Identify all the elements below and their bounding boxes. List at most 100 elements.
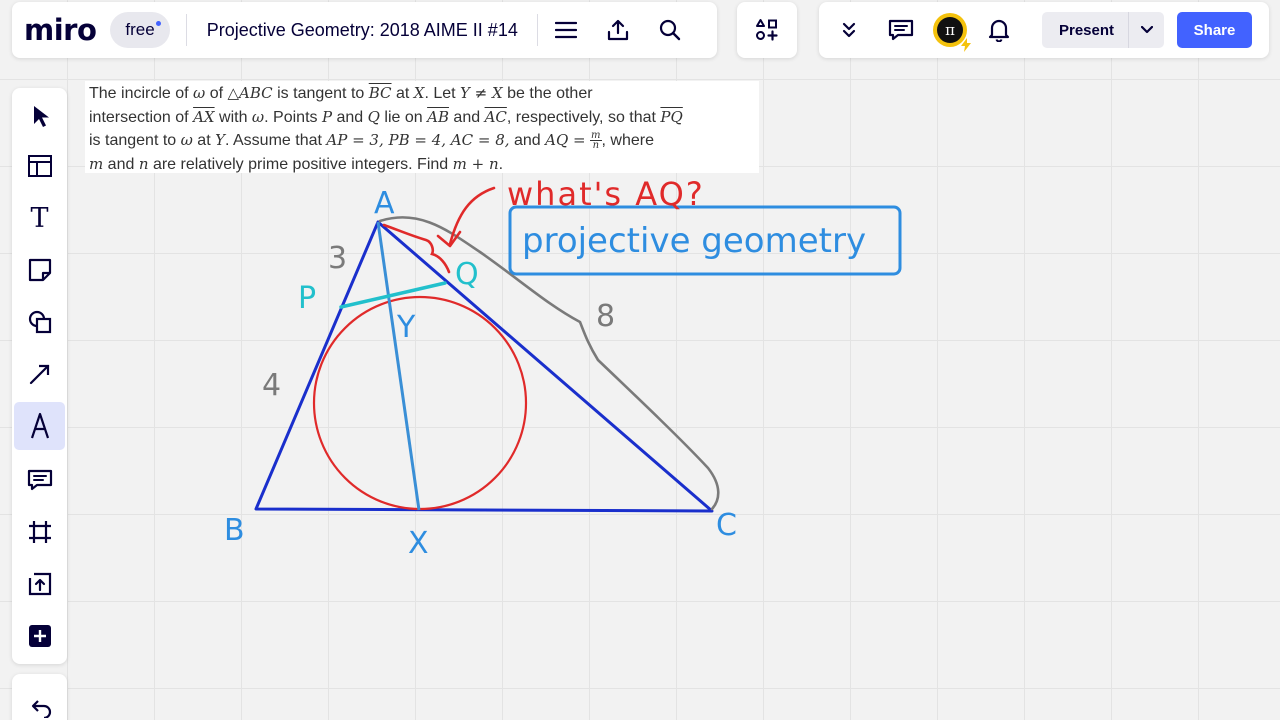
problem-statement[interactable]: The incircle of ω of △ABC is tangent to … — [85, 81, 759, 173]
text: and — [448, 108, 485, 126]
cursor-arrow-icon — [33, 106, 49, 127]
connector-tool[interactable] — [14, 350, 65, 398]
text: is tangent to — [272, 85, 369, 102]
board-title[interactable]: Projective Geometry: 2018 AIME II #14 — [207, 20, 518, 41]
text: and — [332, 108, 368, 126]
frame-tool[interactable] — [14, 508, 65, 556]
plan-badge[interactable]: free — [110, 12, 170, 48]
text: intersection of — [89, 108, 194, 126]
text: is tangent to — [89, 132, 181, 149]
arrow-head — [436, 230, 462, 248]
problem-line-2: intersection of AX with ω. Points P and … — [89, 106, 755, 130]
undo-button[interactable] — [14, 684, 65, 720]
math: AP = 3, PB = 4, AC = 8, — [326, 131, 510, 149]
text-tool[interactable]: T — [14, 194, 65, 242]
label-c: C — [716, 508, 737, 543]
layout-template-icon — [27, 155, 52, 177]
more-apps-tool[interactable] — [14, 612, 65, 660]
math: m + n — [452, 154, 499, 173]
upload-tool[interactable] — [14, 560, 65, 608]
math: P — [321, 107, 333, 126]
math: AX — [193, 107, 215, 126]
present-button[interactable]: Present — [1042, 12, 1128, 48]
comment-icon[interactable] — [881, 10, 921, 50]
hamburger-menu-icon[interactable] — [546, 10, 586, 50]
math: ω — [251, 107, 265, 126]
text: and — [103, 155, 139, 173]
label-a: A — [374, 186, 395, 221]
math: ω — [180, 131, 193, 149]
notification-dot — [155, 21, 161, 26]
label-y: Y — [396, 310, 416, 345]
chevron-down-icon[interactable] — [1128, 12, 1164, 48]
user-avatar[interactable]: π — [933, 13, 971, 52]
text-T-icon: T — [30, 202, 49, 234]
plan-badge-label: free — [125, 20, 155, 39]
math: Q — [367, 107, 380, 126]
miro-logo[interactable]: miro — [24, 13, 97, 47]
sticky-note-tool[interactable] — [14, 246, 65, 294]
text: lie on — [379, 108, 428, 126]
cevian-ax[interactable] — [376, 221, 421, 511]
divider — [536, 14, 538, 46]
tangent-pq[interactable] — [339, 281, 447, 309]
text: . Assume that — [225, 132, 327, 149]
divider — [185, 14, 187, 46]
search-icon[interactable] — [650, 10, 690, 50]
templates-tool[interactable] — [14, 142, 65, 190]
fraction-m-over-n: mn — [590, 131, 602, 151]
math: Y — [215, 131, 225, 149]
math: n — [138, 154, 149, 173]
pen-tool[interactable] — [14, 402, 65, 450]
arrow-to-aq[interactable] — [448, 186, 496, 246]
incircle[interactable] — [312, 295, 528, 511]
triangle-abc[interactable] — [254, 220, 714, 513]
math: △ABC — [227, 84, 273, 102]
shapes-tool[interactable] — [14, 298, 65, 346]
share-button[interactable]: Share — [1177, 12, 1253, 48]
text: at — [391, 85, 414, 102]
math: BC — [368, 84, 392, 102]
text: with — [214, 108, 252, 126]
frame-icon — [28, 521, 51, 543]
collaboration-bar: π Present Share — [819, 2, 1269, 58]
double-chevron-down-icon[interactable] — [829, 10, 869, 50]
math: Y ≠ X — [460, 84, 503, 102]
bell-icon[interactable] — [979, 10, 1019, 50]
shapes-icon — [28, 310, 51, 334]
text: of — [205, 85, 228, 102]
comment-icon — [27, 469, 52, 491]
lightning-icon — [961, 38, 971, 52]
problem-line-1: The incircle of ω of △ABC is tangent to … — [89, 82, 755, 106]
text: , respectively, so that — [506, 108, 661, 126]
math: AB — [427, 107, 449, 126]
select-tool[interactable] — [14, 92, 65, 140]
highlight-box[interactable] — [508, 205, 902, 276]
upload-icon — [28, 572, 51, 596]
math: X — [413, 84, 425, 102]
text: . — [498, 155, 504, 173]
label-q: Q — [455, 257, 479, 292]
text: be the other — [502, 85, 593, 102]
brace-ac[interactable] — [378, 216, 720, 511]
undo-panel — [12, 674, 67, 720]
brace-aq[interactable] — [382, 223, 451, 274]
upload-icon[interactable] — [598, 10, 638, 50]
text: , where — [601, 132, 654, 149]
problem-line-3: is tangent to ω at Y. Assume that AP = 3… — [89, 129, 755, 153]
label-b: B — [224, 513, 245, 548]
text: . Let — [424, 85, 461, 102]
apps-grid-plus-icon[interactable] — [747, 10, 787, 50]
label-ac-8: 8 — [596, 299, 615, 334]
left-toolbar: T — [12, 88, 67, 664]
text: at — [192, 132, 216, 149]
text: and — [509, 132, 546, 149]
topbar-left: miro free Projective Geometry: 2018 AIME… — [12, 2, 717, 58]
text: are relatively prime positive integers. … — [148, 155, 453, 173]
comment-tool[interactable] — [14, 456, 65, 504]
label-pb-4: 4 — [262, 368, 281, 403]
math: ω — [193, 84, 206, 102]
math: PQ — [660, 107, 683, 126]
question-text: what's AQ? — [507, 175, 705, 213]
text: The incircle of — [89, 85, 194, 102]
